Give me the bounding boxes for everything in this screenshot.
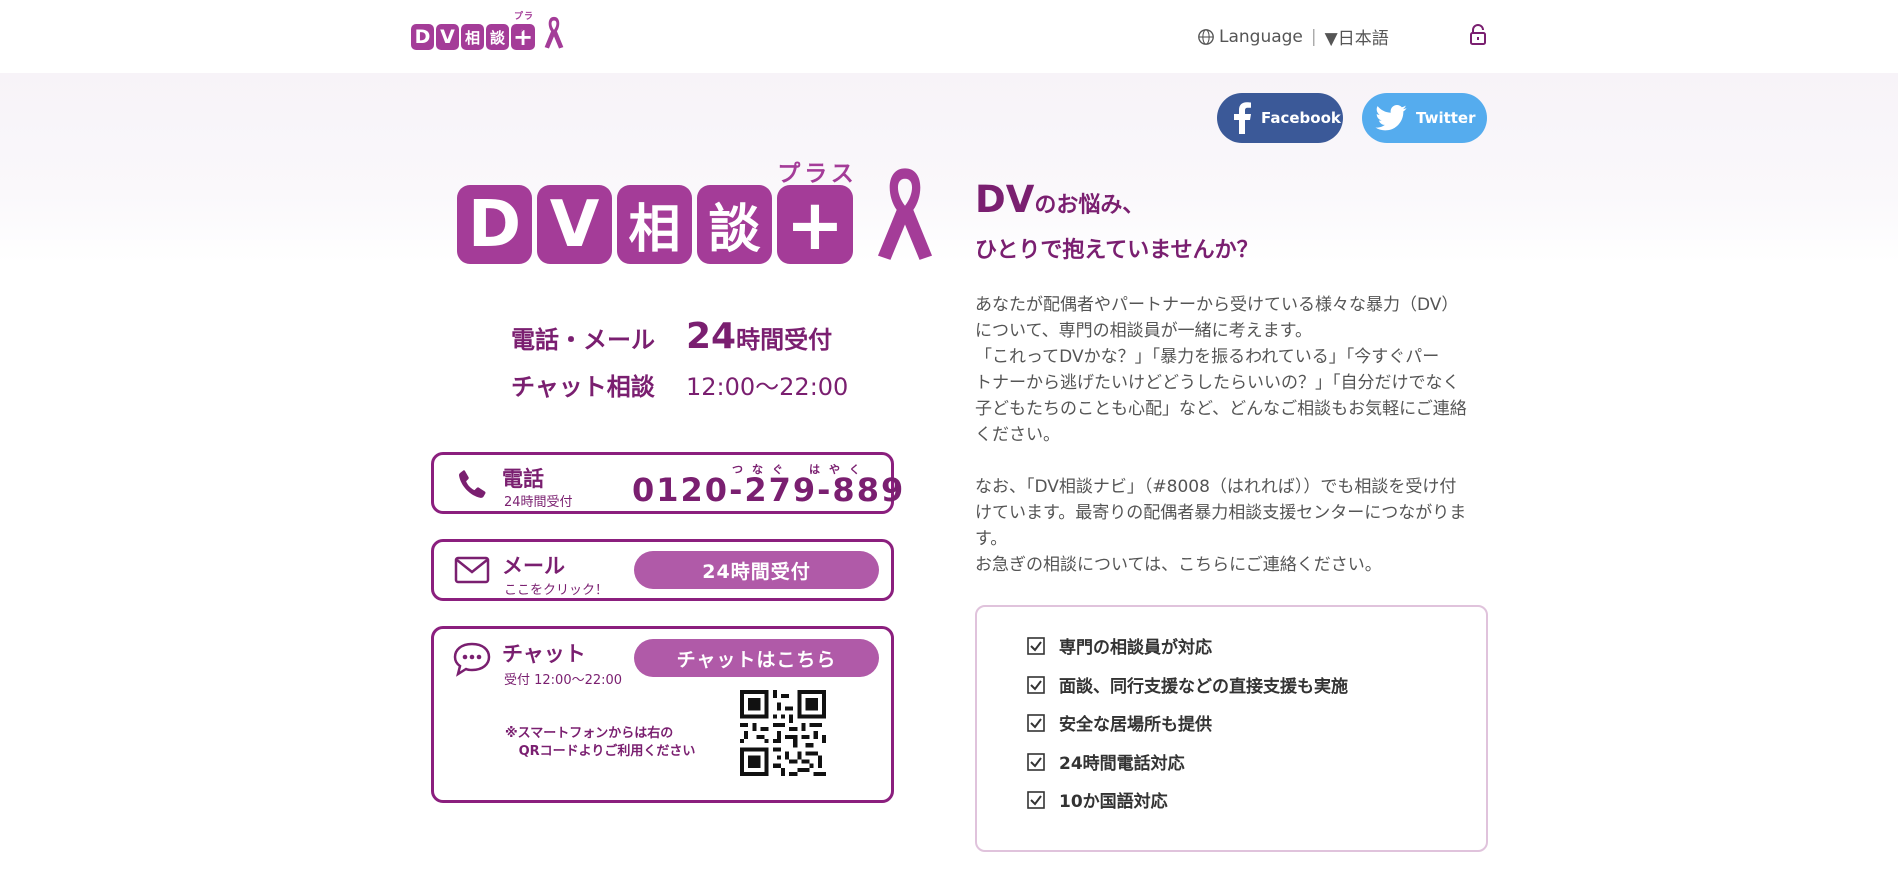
hero-logo: D V 相 談 プラス + — [457, 160, 948, 266]
logo-tile-v: V — [436, 24, 459, 50]
hero-ribbon-icon — [877, 168, 933, 260]
feature-item: 安全な居場所も提供 — [1027, 710, 1212, 735]
twitter-icon — [1375, 105, 1407, 131]
chat-box-sub: 受付 12:00〜22:00 — [504, 673, 623, 688]
hero-logo-plus-kana: プラス — [777, 161, 858, 187]
header-logo[interactable]: D V 相 談 プラス + — [411, 12, 569, 51]
facebook-button[interactable]: Facebook — [1217, 93, 1343, 143]
feature-item: 専門の相談員が対応 — [1027, 633, 1212, 658]
facebook-icon — [1234, 102, 1251, 134]
phone-mail-hours-label: 電話・メール — [511, 326, 655, 354]
hero-plus-icon: + — [777, 184, 853, 266]
language-divider: | — [1310, 26, 1317, 47]
hero-logo-tile-v: V — [537, 185, 612, 264]
chat-button[interactable]: チャットはこちら — [634, 639, 879, 677]
feature-item: 24時間電話対応 — [1027, 749, 1185, 774]
feature-label: 専門の相談員が対応 — [1059, 638, 1212, 658]
ribbon-icon — [544, 16, 564, 49]
logo-tile-so: 相 — [461, 24, 484, 50]
feature-label: 24時間電話対応 — [1059, 754, 1185, 774]
hero-logo-tile-dan: 談 — [697, 185, 772, 264]
language-label: Language — [1219, 26, 1303, 47]
facebook-label: Facebook — [1261, 109, 1341, 127]
chat-box-title: チャット — [502, 642, 586, 666]
language-selector[interactable]: Language | ▼日本語 — [1197, 24, 1389, 49]
globe-icon — [1198, 28, 1214, 45]
language-dropdown[interactable]: ▼日本語 — [1325, 24, 1389, 49]
checkbox-checked-icon — [1027, 675, 1045, 694]
checkbox-checked-icon — [1027, 713, 1045, 732]
chat-hours: チャット相談 12:00〜22:00 — [511, 367, 848, 402]
phone-mail-hours-text: 時間受付 — [736, 326, 833, 354]
phone-icon — [459, 470, 486, 498]
logo-plus: プラス + — [511, 12, 537, 51]
feature-label: 10か国語対応 — [1059, 792, 1168, 812]
qr-code[interactable] — [740, 690, 826, 776]
lock-icon[interactable] — [1468, 24, 1488, 46]
feature-label: 安全な居場所も提供 — [1059, 715, 1212, 735]
mail-box[interactable]: メール ここをクリック！ 24時間受付 — [431, 539, 894, 601]
phone-box-sub: 24時間受付 — [504, 495, 573, 510]
features-box: 専門の相談員が対応 面談、同行支援などの直接支援も実施 安全な居場所も提供 24… — [975, 605, 1488, 852]
headline: DVのお悩み、 ひとりで抱えていませんか？ — [975, 178, 1259, 273]
logo-tile-dan: 談 — [486, 24, 509, 50]
feature-label: 面談、同行支援などの直接支援も実施 — [1059, 677, 1348, 697]
phone-box-title: 電話 — [502, 467, 544, 491]
logo-plus-kana: プラス — [513, 12, 534, 35]
chat-box: チャット 受付 12:00〜22:00 チャットはこちら ※スマートフォンからは… — [431, 626, 894, 803]
feature-item: 面談、同行支援などの直接支援も実施 — [1027, 672, 1348, 697]
checkbox-checked-icon — [1027, 752, 1045, 771]
phone-box[interactable]: 電話 24時間受付 つなぐ はやく 0120-279-889 — [431, 452, 903, 514]
chat-hours-time: 12:00〜22:00 — [686, 373, 849, 401]
phone-mail-hours-num: 24 — [686, 316, 737, 357]
feature-item: 10か国語対応 — [1027, 787, 1168, 812]
mail-box-title: メール — [502, 554, 565, 578]
twitter-button[interactable]: Twitter — [1362, 93, 1487, 143]
checkbox-checked-icon — [1027, 636, 1045, 655]
hero-logo-tile-so: 相 — [617, 185, 692, 264]
headline-line1: DVのお悩み、 — [975, 178, 1259, 229]
mail-24h-button[interactable]: 24時間受付 — [634, 551, 879, 589]
mail-box-sub: ここをクリック！ — [504, 583, 609, 598]
phone-mail-hours: 電話・メール 24 時間受付 — [511, 316, 832, 357]
checkbox-checked-icon — [1027, 790, 1045, 809]
hero-logo-plus: プラス + — [777, 161, 858, 266]
intro-paragraph: あなたが配偶者やパートナーから受けている様々な暴力（DV） について、専門の相談… — [975, 295, 1467, 445]
headline-line1-text: のお悩み、 — [1034, 193, 1145, 218]
qr-note: ※スマートフォンからは右の QRコードよりご利用ください — [505, 726, 696, 759]
navi-paragraph: なお、「DV相談ナビ」（#8008（はれれば））でも相談を受け付 けています。最… — [975, 477, 1467, 575]
headline-line2: ひとりで抱えていませんか？ — [975, 238, 1259, 263]
logo-tile-d: D — [411, 24, 434, 50]
chat-bubble-icon — [453, 642, 491, 677]
phone-number[interactable]: 0120-279-889 — [632, 471, 905, 509]
twitter-label: Twitter — [1416, 109, 1476, 127]
headline-dv: DV — [975, 178, 1035, 221]
site-header: D V 相 談 プラス + Language | ▼日本語 — [0, 0, 1898, 73]
hero-logo-tile-d: D — [457, 185, 532, 264]
mail-icon — [454, 556, 490, 584]
chat-hours-label: チャット相談 — [511, 373, 655, 401]
hero-section — [0, 73, 1898, 882]
